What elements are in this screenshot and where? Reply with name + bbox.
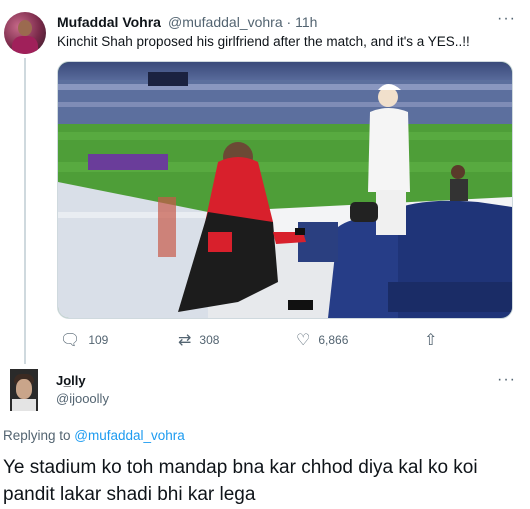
- more-options-icon[interactable]: ···: [497, 10, 516, 28]
- heart-icon: ♡: [296, 332, 311, 349]
- reply-author-avatar[interactable]: [10, 369, 38, 411]
- thread-line: [24, 58, 26, 364]
- retweet-icon: ⇄: [178, 332, 192, 349]
- reply-author-handle[interactable]: @ijooolly: [56, 391, 109, 406]
- tweet-text: Kinchit Shah proposed his girlfriend aft…: [57, 34, 470, 49]
- retweet-count: 308: [199, 333, 220, 347]
- reply-count: 109: [88, 333, 109, 347]
- reply-tweet-text: Ye stadium ko toh mandap bna kar chhod d…: [3, 457, 478, 505]
- author-name[interactable]: Mufaddal Vohra: [57, 14, 161, 30]
- reply-more-options-icon[interactable]: ···: [497, 371, 516, 389]
- reply-author-name[interactable]: Jo̲lly: [56, 373, 86, 388]
- replying-to-link[interactable]: @mufaddal_vohra: [74, 428, 185, 443]
- share-button[interactable]: ⇧: [424, 330, 437, 350]
- tweet-photo[interactable]: [57, 61, 513, 319]
- like-count: 6,866: [318, 333, 349, 347]
- replying-to: Replying to @mufaddal_vohra: [3, 428, 185, 443]
- reply-button[interactable]: 🗨 109: [60, 330, 108, 350]
- like-button[interactable]: ♡ 6,866: [296, 330, 348, 350]
- author-avatar[interactable]: [4, 12, 46, 54]
- reply-icon: 🗨: [60, 332, 81, 349]
- share-icon: ⇧: [424, 332, 438, 349]
- author-handle-and-time[interactable]: @mufaddal_vohra · 11h: [168, 14, 317, 30]
- retweet-button[interactable]: ⇄ 308: [178, 330, 219, 350]
